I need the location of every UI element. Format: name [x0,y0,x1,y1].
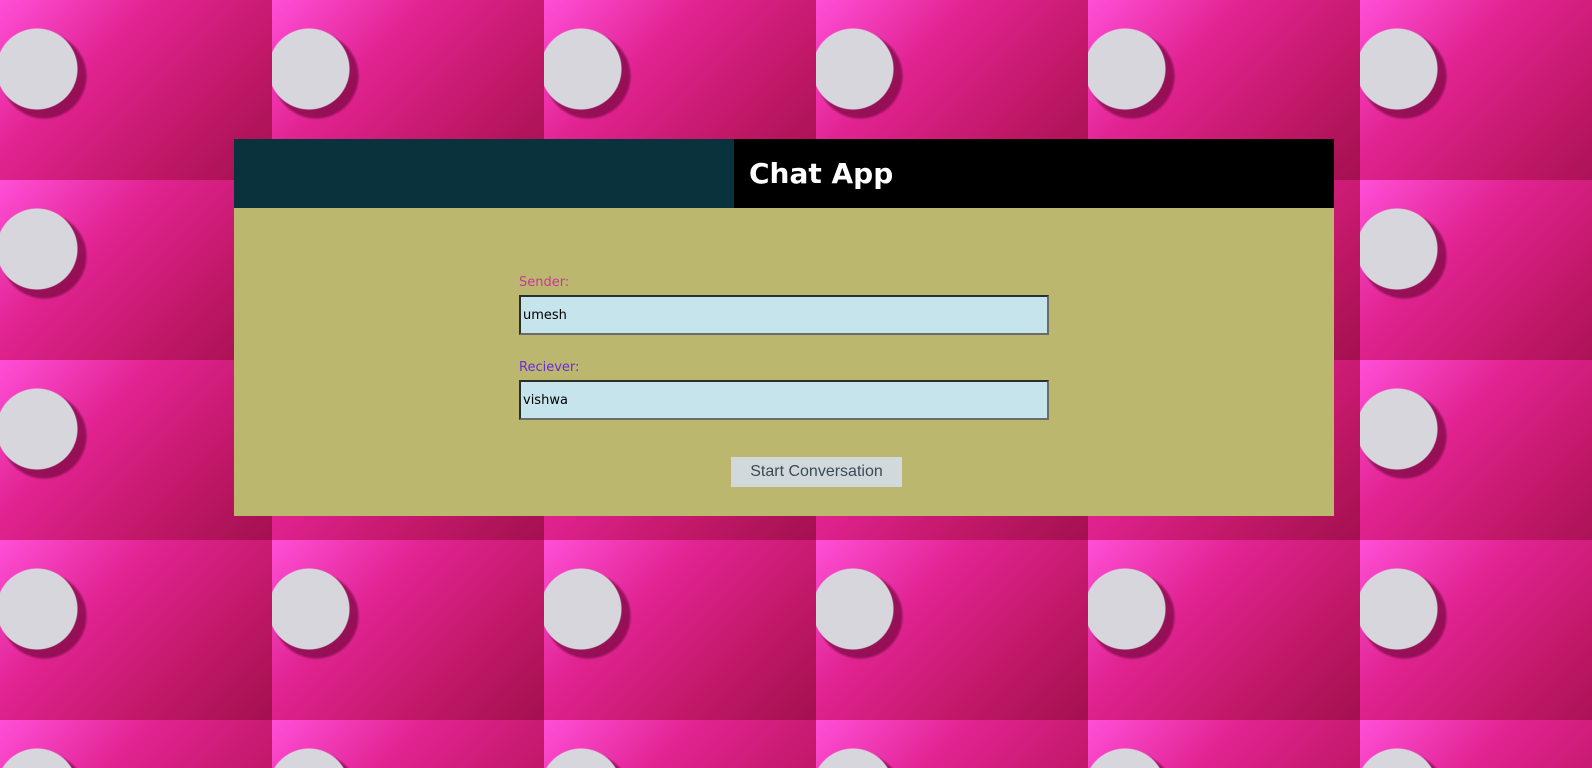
app-title: Chat App [749,157,894,190]
start-conversation-button[interactable]: Start Conversation [731,457,902,487]
header-right-block: Chat App [734,139,1334,208]
sender-label: Sender: [519,275,570,290]
header-left-block [234,139,734,208]
chat-login-panel: Chat App Sender: Reciever: Start Convers… [234,139,1334,516]
conversation-form: Sender: Reciever: [519,275,1049,420]
sender-input[interactable] [519,295,1049,335]
receiver-label: Reciever: [519,360,580,375]
receiver-input[interactable] [519,380,1049,420]
app-header: Chat App [234,139,1334,208]
